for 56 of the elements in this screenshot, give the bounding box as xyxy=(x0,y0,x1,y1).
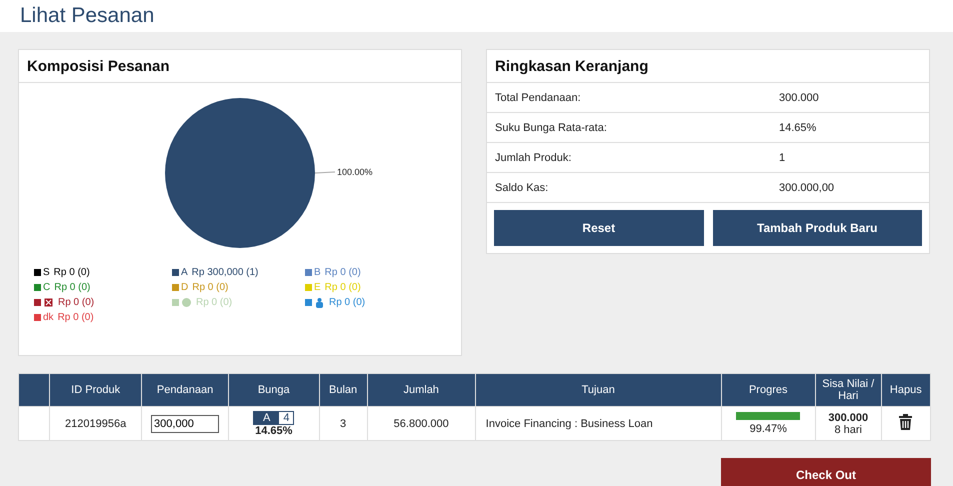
legend-label: S xyxy=(43,267,50,278)
legend-label: D xyxy=(181,282,188,293)
summary-value: 1 xyxy=(779,152,786,164)
column-header: Jumlah xyxy=(367,374,476,406)
legend-amount: Rp 0 (0) xyxy=(58,312,94,323)
legend-amount: Rp 0 (0) xyxy=(329,297,366,308)
leader-line xyxy=(314,172,336,174)
reset-button[interactable]: Reset xyxy=(494,210,704,246)
legend-symbol-icon xyxy=(314,297,325,308)
remaining-value: 300.000 xyxy=(827,412,870,424)
legend-label: E xyxy=(314,282,321,293)
page-title: Lihat Pesanan xyxy=(20,4,154,28)
panel-title: Komposisi Pesanan xyxy=(19,50,461,83)
column-header: Hapus xyxy=(881,374,930,406)
trash-icon[interactable] xyxy=(899,414,912,430)
summary-value: 300.000 xyxy=(779,92,819,104)
checkout-button[interactable]: Check Out xyxy=(721,458,931,486)
legend-symbol-icon xyxy=(181,297,192,308)
legend-label: A xyxy=(181,267,188,278)
legend-amount: Rp 300,000 (1) xyxy=(192,267,258,278)
legend-amount: Rp 0 (0) xyxy=(54,282,90,293)
column-header: Pendanaan xyxy=(142,374,228,406)
legend-amount: Rp 0 (0) xyxy=(324,267,361,278)
column-header: Bulan xyxy=(319,374,368,406)
legend-amount: Rp 0 (0) xyxy=(324,282,361,293)
summary-label: Saldo Kas: xyxy=(495,182,550,194)
legend-label: B xyxy=(314,267,321,278)
table-cell: 212019956a xyxy=(50,406,142,440)
column-header: Sisa Nilai / Hari xyxy=(815,374,882,406)
slice-label: 100.00% xyxy=(337,167,373,177)
summary-value: 14.65% xyxy=(779,122,816,134)
column-header: Progres xyxy=(721,374,816,406)
grade-badge: A 4 xyxy=(253,410,294,424)
legend-symbol-icon xyxy=(43,297,54,308)
table-cell: 56.800.000 xyxy=(367,406,476,440)
panel-title: Ringkasan Keranjang xyxy=(487,50,929,83)
rate-text: 14.65% xyxy=(254,424,294,436)
legend-label: dk xyxy=(43,312,54,323)
legend-label: C xyxy=(43,282,50,293)
remaining-days: 8 hari xyxy=(820,424,877,436)
legend-amount: Rp 0 (0) xyxy=(54,267,90,278)
column-header: Bunga xyxy=(228,374,320,406)
summary-value: 300.000,00 xyxy=(779,182,834,194)
legend-amount: Rp 0 (0) xyxy=(58,297,94,308)
add-product-button[interactable]: Tambah Produk Baru xyxy=(712,210,922,246)
column-header: ID Produk xyxy=(50,374,142,406)
funding-input[interactable]: 300,000 xyxy=(151,414,220,432)
column-header: Tujuan xyxy=(475,374,722,406)
summary-label: Total Pendanaan: xyxy=(495,92,582,104)
progress-text: 99.47% xyxy=(748,423,788,435)
summary-label: Suku Bunga Rata-rata: xyxy=(495,122,608,134)
legend-amount: Rp 0 (0) xyxy=(192,282,228,293)
table-cell: Invoice Financing : Business Loan xyxy=(475,406,722,440)
legend-amount: Rp 0 (0) xyxy=(196,297,232,308)
summary-label: Jumlah Produk: xyxy=(495,152,572,164)
table-cell: 3 xyxy=(319,406,368,440)
